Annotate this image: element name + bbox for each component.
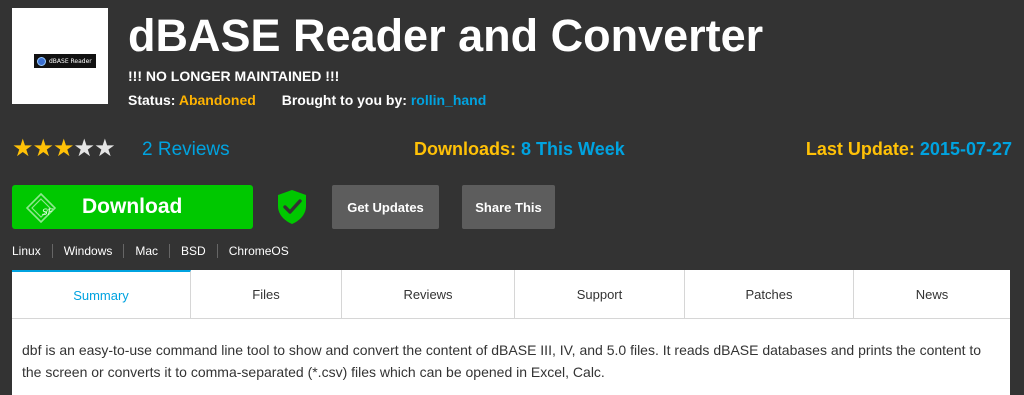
stats-row: ★★★★★ 2 Reviews Downloads: 8 This Week L…	[12, 136, 1012, 164]
shield-check-icon	[278, 190, 306, 224]
tab-files[interactable]: Files	[191, 270, 342, 318]
summary-panel: dbf is an easy-to-use command line tool …	[12, 318, 1010, 395]
star-empty-icon: ★	[73, 135, 95, 162]
tab-news[interactable]: News	[854, 270, 1010, 318]
logo-banner: dBASE Reader	[34, 54, 96, 68]
last-update-label: Last Update:	[805, 139, 915, 159]
svg-text:SF: SF	[42, 208, 54, 218]
platform-item: Linux	[12, 244, 41, 258]
status-value: Abandoned	[178, 92, 256, 108]
star-filled-icon: ★	[32, 135, 54, 162]
logo-icon	[37, 56, 46, 66]
maintenance-notice: !!! NO LONGER MAINTAINED !!!	[128, 68, 340, 84]
downloads-label: Downloads:	[414, 139, 516, 159]
share-button[interactable]: Share This	[462, 185, 555, 229]
get-updates-button[interactable]: Get Updates	[332, 185, 439, 229]
last-update-stat: Last Update: 2015-07-27	[806, 139, 1012, 160]
project-logo: dBASE Reader	[12, 8, 108, 104]
sourceforge-icon: SF	[26, 193, 56, 223]
tab-reviews[interactable]: Reviews	[342, 270, 515, 318]
platform-list: Linux Windows Mac BSD ChromeOS	[12, 244, 300, 258]
project-description: dbf is an easy-to-use command line tool …	[22, 342, 982, 380]
downloads-value[interactable]: 8 This Week	[521, 139, 625, 159]
star-rating[interactable]: ★★★★★	[12, 135, 116, 162]
status-line: Status: Abandoned Brought to you by: rol…	[128, 92, 486, 108]
tab-summary[interactable]: Summary	[12, 270, 191, 318]
download-button[interactable]: SF Download	[12, 185, 253, 229]
platform-item: BSD	[169, 244, 217, 258]
downloads-stat: Downloads: 8 This Week	[414, 139, 625, 160]
author-link[interactable]: rollin_hand	[411, 92, 486, 108]
star-empty-icon: ★	[94, 135, 115, 162]
page-title: dBASE Reader and Converter	[128, 10, 764, 61]
star-filled-icon: ★	[53, 135, 74, 162]
tab-support[interactable]: Support	[515, 270, 685, 318]
platform-item: Windows	[51, 244, 124, 258]
tab-patches[interactable]: Patches	[685, 270, 854, 318]
star-filled-icon: ★	[12, 135, 33, 162]
status-label: Status:	[128, 92, 176, 108]
last-update-value[interactable]: 2015-07-27	[920, 139, 1012, 159]
reviews-link[interactable]: 2 Reviews	[142, 139, 230, 161]
project-tabs: Summary Files Reviews Support Patches News	[12, 270, 1010, 318]
download-label: Download	[82, 195, 183, 218]
brought-by-label: Brought to you by:	[281, 92, 407, 108]
logo-text: dBASE Reader	[49, 57, 92, 65]
platform-item: Mac	[123, 244, 169, 258]
platform-item: ChromeOS	[216, 244, 300, 258]
